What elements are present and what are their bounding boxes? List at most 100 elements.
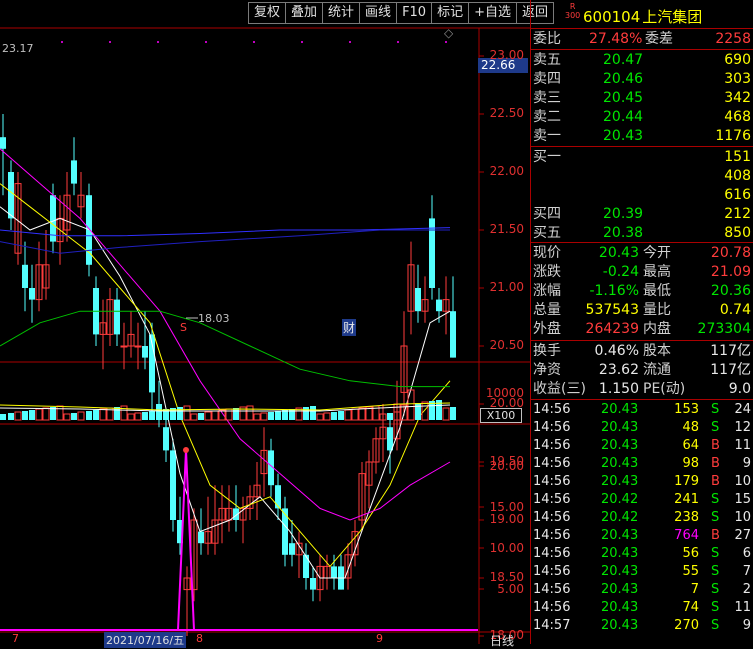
buy-row[interactable]: 买一 151 [531,148,753,166]
candle-body [198,531,204,544]
kline-chart-svg[interactable] [0,0,530,644]
tick-row[interactable]: 14:56 20.43 98 B 9 [531,455,753,473]
tick-row[interactable]: 14:56 20.43 179 B 10 [531,473,753,491]
quote-row: 外盘 264239 内盘 273304 [531,320,753,338]
volume-bar [450,407,456,420]
tick-row[interactable]: 14:56 20.43 7 S 2 [531,581,753,599]
quote-value: 21.09 [710,264,751,280]
finance-label: PE(动) [643,381,686,397]
candle-body [120,345,128,348]
sell-row[interactable]: 卖五 20.47 690 [531,51,753,69]
buy-row[interactable]: 买五 20.38 850 [531,224,753,242]
tick-time: 14:56 [533,564,571,579]
tick-row[interactable]: 14:56 20.43 74 S 11 [531,599,753,617]
tick-time: 14:56 [533,456,571,471]
volume-bar [442,407,450,421]
volume-bar [331,412,337,420]
tick-row[interactable]: 14:56 20.43 48 S 12 [531,419,753,437]
signal-dot [301,41,303,43]
buy-row[interactable]: 408 [531,167,753,185]
buy-price: 20.38 [603,225,644,241]
finance-label: 股本 [643,343,671,359]
tick-row[interactable]: 14:56 20.43 64 B 11 [531,437,753,455]
signal-dot [157,41,159,43]
draw-line-button[interactable]: 画线 [359,2,397,24]
candle-body [387,427,393,451]
tick-row[interactable]: 14:56 20.43 764 B 27 [531,527,753,545]
volume-bar [14,411,22,421]
tick-row[interactable]: 14:56 20.43 56 S 6 [531,545,753,563]
divider [531,399,753,400]
tick-price: 20.43 [601,420,639,435]
candle-body [429,218,435,288]
f10-button[interactable]: F10 [396,2,432,24]
price-axis-label: 21.50 [489,222,524,236]
add-watchlist-button[interactable]: +自选 [468,2,517,24]
sell-level-label: 卖四 [533,71,561,87]
signal-dot [349,41,351,43]
quote-value: -1.16% [589,283,639,299]
weibi-label: 委比 [533,31,561,47]
candle-body [275,485,281,509]
tick-row[interactable]: 14:56 20.43 153 S 24 [531,401,753,419]
sell-row[interactable]: 卖一 20.43 1176 [531,127,753,145]
quote-label: 外盘 [533,321,561,337]
volume-bar [260,412,268,421]
quote-value: 20.43 [598,245,639,261]
volume-bar [211,410,219,421]
kline-chart-area[interactable]: 复权 叠加 统计 画线 F10 标记 +自选 返回 23.17 ◇ 22.66 … [0,0,555,648]
tick-row[interactable]: 14:57 20.43 270 S 9 [531,617,753,635]
price-axis-label: 19.00 [489,512,524,526]
tick-row[interactable]: 14:56 20.43 55 S 7 [531,563,753,581]
candle-body [142,346,148,358]
price-axis-label: 22.00 [489,164,524,178]
sell-row[interactable]: 卖四 20.46 303 [531,70,753,88]
finance-row: 净资 23.62 流通 117亿 [531,361,753,379]
sell-volume: 1176 [715,128,751,144]
diamond-icon[interactable]: ◇ [444,26,453,40]
volume-bar [323,412,331,421]
tick-price: 20.42 [601,510,639,525]
restore-rights-button[interactable]: 复权 [248,2,286,24]
tick-price: 20.43 [601,402,639,417]
divider [531,49,753,50]
tick-count: 10 [734,474,751,489]
quote-value: 264239 [585,321,639,337]
index-badge-top: R [569,2,576,11]
tick-row[interactable]: 14:56 20.42 241 S 15 [531,491,753,509]
buy-row[interactable]: 买四 20.39 212 [531,205,753,223]
buy-volume: 408 [724,168,751,184]
candle-body [436,299,442,312]
period-label[interactable]: 日线 [490,632,514,649]
overlay-button[interactable]: 叠加 [285,2,323,24]
tick-count: 11 [734,438,751,453]
index-badge: R 300 [565,2,580,20]
tick-volume: 98 [682,456,699,471]
sell-row[interactable]: 卖二 20.44 468 [531,108,753,126]
price-axis-label: 21.00 [489,280,524,294]
tick-price: 20.43 [601,546,639,561]
bottom-label-8: 8 [196,632,203,645]
tick-time: 14:56 [533,582,571,597]
sell-row[interactable]: 卖三 20.45 342 [531,89,753,107]
buy-row[interactable]: 616 [531,186,753,204]
buy-volume: 151 [724,149,751,165]
buy-volume: 616 [724,187,751,203]
weibi-row: 委比 27.48% 委差 2258 [531,30,753,48]
tick-row[interactable]: 14:56 20.42 238 S 10 [531,509,753,527]
signal-dot [445,41,447,43]
tick-count: 9 [742,456,751,471]
finance-marker[interactable]: 财 [342,319,357,336]
buy-volume: 850 [724,225,751,241]
tick-volume: 238 [674,510,699,525]
tick-volume: 241 [674,492,699,507]
mark-button[interactable]: 标记 [431,2,469,24]
volume-bar [93,410,99,420]
statistics-button[interactable]: 统计 [322,2,360,24]
tick-time: 14:57 [533,618,571,633]
buy-volume: 212 [724,206,751,222]
divider [531,242,753,243]
candle-body [29,288,35,300]
volume-axis-label: 10000 [485,386,524,400]
price-axis-label: 20.50 [489,338,524,352]
